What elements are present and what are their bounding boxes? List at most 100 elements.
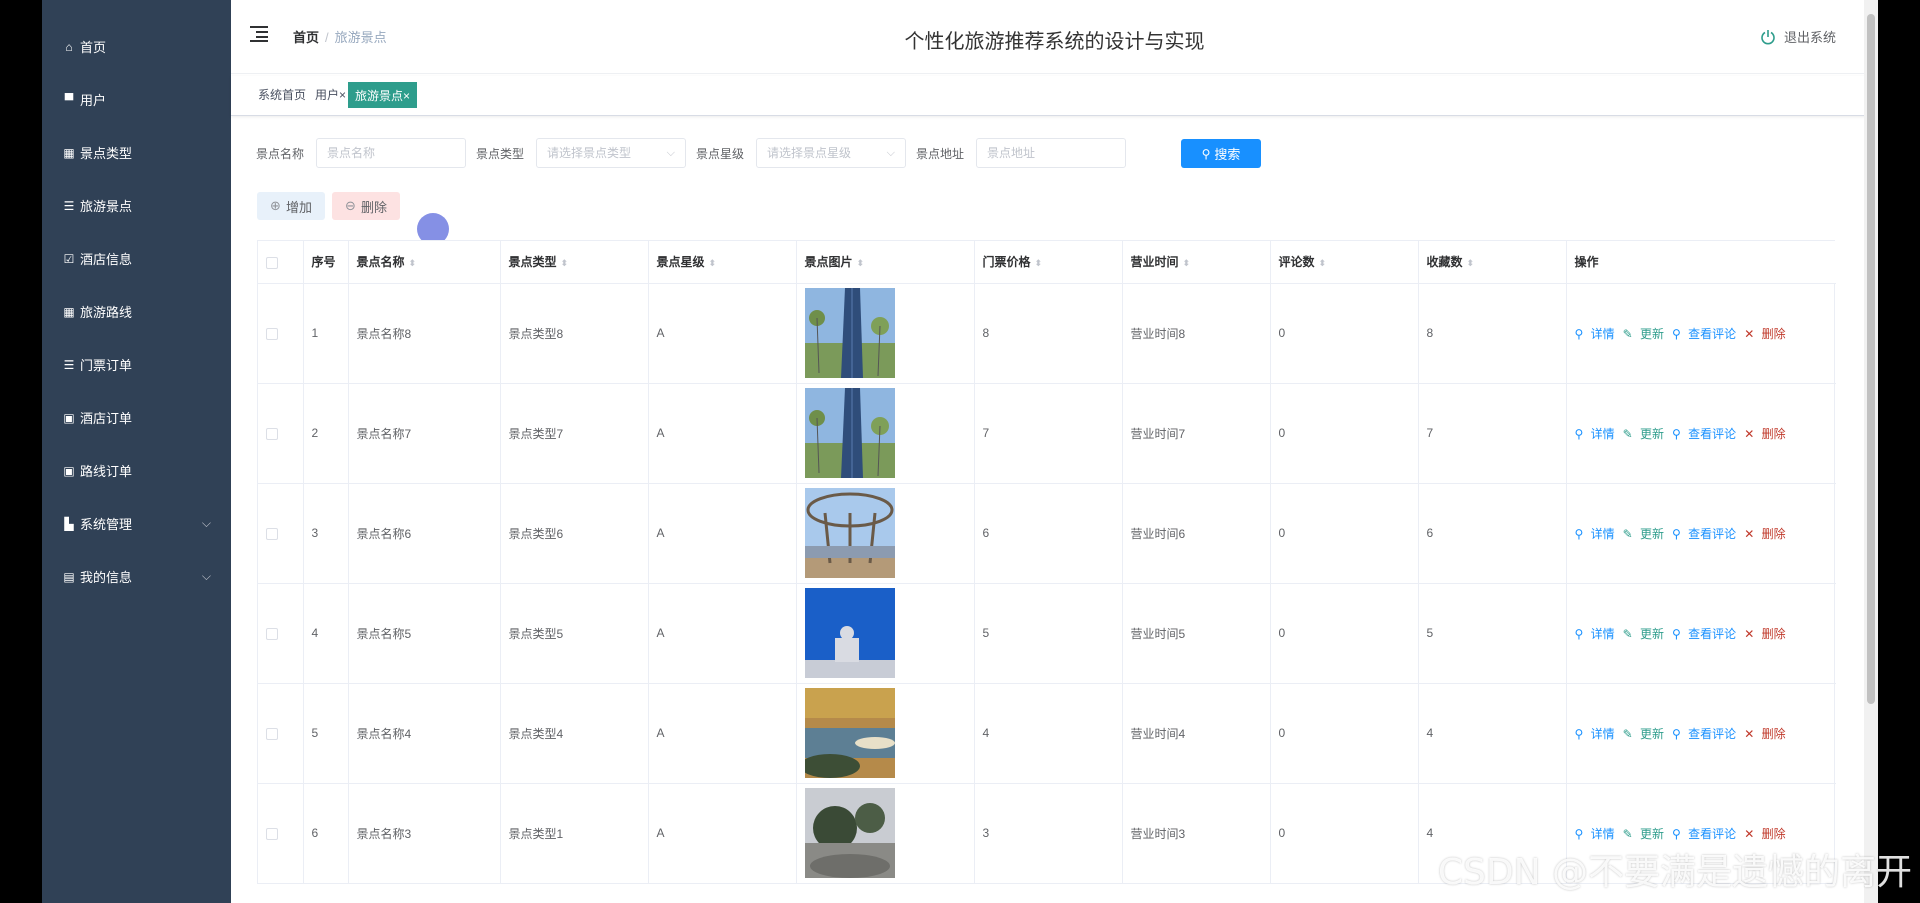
search-button[interactable]: ⚲ 搜索 — [1181, 139, 1261, 168]
sidebar-item[interactable]: ☰ 旅游景点 — [42, 179, 231, 232]
row-checkbox[interactable] — [266, 727, 278, 740]
update-button[interactable]: ✎ 更新 — [1623, 827, 1668, 841]
row-select-cell — [258, 383, 304, 484]
delete-button[interactable]: ✕ 删除 — [1744, 727, 1789, 741]
cell-comments: 0 — [1270, 283, 1419, 384]
update-button[interactable]: ✎ 更新 — [1623, 527, 1668, 541]
detail-button[interactable]: ⚲ 详情 — [1575, 627, 1619, 641]
sidebar-item[interactable]: ▣ 酒店订单 — [42, 391, 231, 444]
col-hours[interactable]: 营业时间 ⬍ — [1122, 241, 1271, 284]
update-button[interactable]: ✎ 更新 — [1623, 727, 1668, 741]
update-button[interactable]: ✎ 更新 — [1623, 427, 1668, 441]
sort-icon[interactable]: ⬍ — [409, 258, 417, 268]
cell-index: 6 — [303, 783, 349, 884]
attraction-image[interactable] — [804, 488, 974, 578]
detail-button[interactable]: ⚲ 详情 — [1575, 827, 1619, 841]
batch-delete-button[interactable]: ⊖ 删除 — [332, 192, 400, 220]
update-button[interactable]: ✎ 更新 — [1623, 627, 1668, 641]
update-label: 更新 — [1640, 726, 1665, 741]
chevron-down-icon: ⌵ — [666, 147, 675, 159]
col-level[interactable]: 景点星级 ⬍ — [648, 241, 797, 284]
update-label: 更新 — [1640, 426, 1665, 441]
row-checkbox[interactable] — [266, 627, 278, 640]
address-input[interactable]: 景点地址 — [976, 138, 1126, 168]
cell-name: 景点名称6 — [348, 483, 501, 584]
col-ops: 操作 — [1566, 241, 1836, 284]
page-scrollbar[interactable] — [1864, 0, 1878, 903]
tag-home[interactable]: 系统首页 — [254, 82, 310, 108]
detail-button[interactable]: ⚲ 详情 — [1575, 727, 1619, 741]
attraction-image[interactable] — [804, 788, 974, 878]
delete-button[interactable]: ✕ 删除 — [1744, 427, 1789, 441]
sidebar-item-label: 路线订单 — [80, 464, 133, 479]
level-select[interactable]: 请选择景点星级 ⌵ — [756, 138, 906, 168]
attraction-image[interactable] — [804, 288, 974, 378]
row-checkbox[interactable] — [266, 527, 278, 540]
attraction-image[interactable] — [804, 688, 974, 778]
cell-hours: 营业时间6 — [1122, 483, 1271, 584]
sidebar-item[interactable]: ▙ 系统管理 ⌵ — [42, 497, 231, 550]
search-icon: ⚲ — [1574, 826, 1587, 841]
sidebar-item[interactable]: ▤ 我的信息 ⌵ — [42, 550, 231, 603]
sort-icon[interactable]: ⬍ — [857, 258, 865, 268]
col-image[interactable]: 景点图片 ⬍ — [796, 241, 975, 284]
type-select[interactable]: 请选择景点类型 ⌵ — [536, 138, 686, 168]
delete-button[interactable]: ✕ 删除 — [1744, 527, 1789, 541]
tag-attractions[interactable]: 旅游景点× — [348, 82, 418, 108]
sidebar-item[interactable]: ⌂ 首页 — [42, 20, 231, 73]
tag-users[interactable]: 用户× — [311, 82, 350, 108]
detail-button[interactable]: ⚲ 详情 — [1575, 327, 1619, 341]
row-select-cell — [258, 483, 304, 584]
view-comments-button[interactable]: ⚲ 查看评论 — [1672, 527, 1740, 541]
sidebar-item-label: 门票订单 — [80, 358, 133, 373]
row-checkbox[interactable] — [266, 327, 278, 340]
add-button[interactable]: ⊕ 增加 — [257, 192, 325, 220]
view-comments-button[interactable]: ⚲ 查看评论 — [1672, 627, 1740, 641]
col-name[interactable]: 景点名称 ⬍ — [348, 241, 501, 284]
col-price[interactable]: 门票价格 ⬍ — [974, 241, 1123, 284]
sort-icon[interactable]: ⬍ — [1035, 258, 1043, 268]
tags-view: 系统首页 用户× 旅游景点× — [231, 76, 1878, 116]
view-comments-button[interactable]: ⚲ 查看评论 — [1672, 827, 1740, 841]
update-button[interactable]: ✎ 更新 — [1623, 327, 1668, 341]
logout-label: 退出系统 — [1783, 30, 1836, 45]
col-favorites[interactable]: 收藏数 ⬍ — [1418, 241, 1567, 284]
close-icon[interactable]: × — [339, 88, 346, 102]
row-select-cell — [258, 783, 304, 884]
view-comments-button[interactable]: ⚲ 查看评论 — [1672, 427, 1740, 441]
delete-button[interactable]: ✕ 删除 — [1744, 627, 1789, 641]
cell-level: A — [648, 683, 797, 784]
chevron-down-icon: ⌵ — [201, 569, 211, 583]
attraction-image[interactable] — [804, 588, 974, 678]
select-all-checkbox[interactable] — [266, 256, 278, 269]
view-comments-button[interactable]: ⚲ 查看评论 — [1672, 727, 1740, 741]
scrollbar-thumb[interactable] — [1867, 14, 1875, 704]
sort-icon[interactable]: ⬍ — [561, 258, 569, 268]
sidebar-item[interactable]: ▣ 路线订单 — [42, 444, 231, 497]
row-checkbox[interactable] — [266, 427, 278, 440]
detail-button[interactable]: ⚲ 详情 — [1575, 527, 1619, 541]
sidebar-item[interactable]: ▦ 景点类型 — [42, 126, 231, 179]
sidebar-item[interactable]: ▦ 旅游路线 — [42, 285, 231, 338]
close-icon: ✕ — [1744, 526, 1758, 541]
name-input[interactable]: 景点名称 — [316, 138, 466, 168]
row-checkbox[interactable] — [266, 827, 278, 840]
sidebar-item[interactable]: ☑ 酒店信息 — [42, 232, 231, 285]
detail-button[interactable]: ⚲ 详情 — [1575, 427, 1619, 441]
sort-icon[interactable]: ⬍ — [1183, 258, 1191, 268]
logout-button[interactable]: 退出系统 — [1760, 27, 1836, 46]
delete-button[interactable]: ✕ 删除 — [1744, 327, 1789, 341]
col-comments[interactable]: 评论数 ⬍ — [1270, 241, 1419, 284]
sort-icon[interactable]: ⬍ — [709, 258, 717, 268]
view-comments-button[interactable]: ⚲ 查看评论 — [1672, 327, 1740, 341]
cell-level: A — [648, 483, 797, 584]
col-type[interactable]: 景点类型 ⬍ — [500, 241, 649, 284]
sort-icon[interactable]: ⬍ — [1467, 258, 1475, 268]
close-icon[interactable]: × — [403, 89, 410, 103]
delete-button[interactable]: ✕ 删除 — [1744, 827, 1789, 841]
sidebar-item[interactable]: ☰ 门票订单 — [42, 338, 231, 391]
attraction-image[interactable] — [804, 388, 974, 478]
sort-icon[interactable]: ⬍ — [1319, 258, 1327, 268]
sidebar-item[interactable]: ▀ 用户 — [42, 73, 231, 126]
view-comments-label: 查看评论 — [1688, 726, 1737, 741]
